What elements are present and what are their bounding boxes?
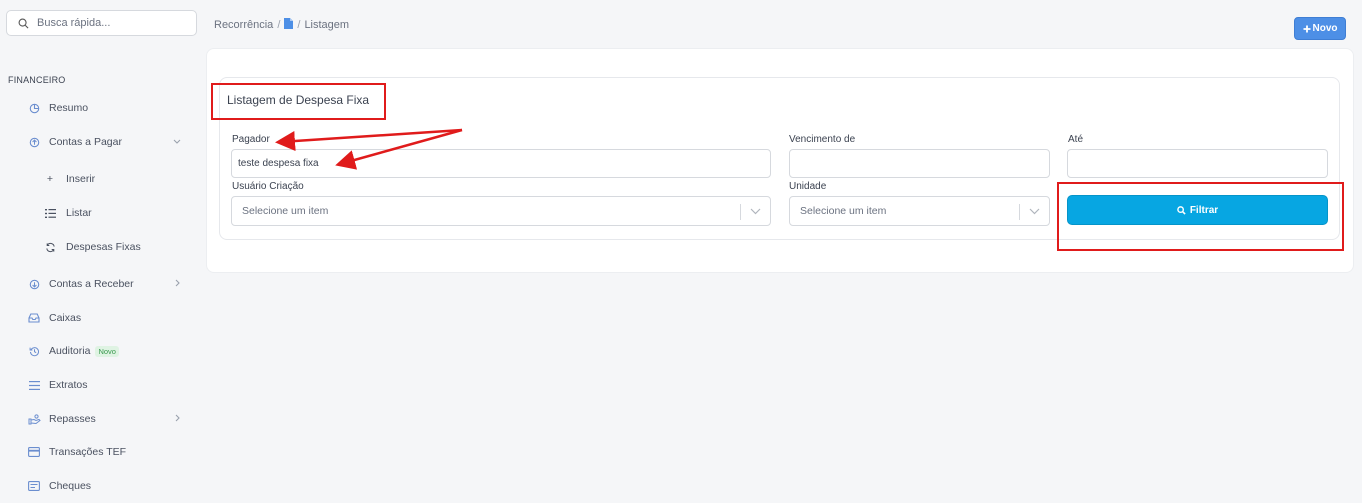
annotation-arrow [275,128,463,151]
annotation-arrows [275,128,463,170]
